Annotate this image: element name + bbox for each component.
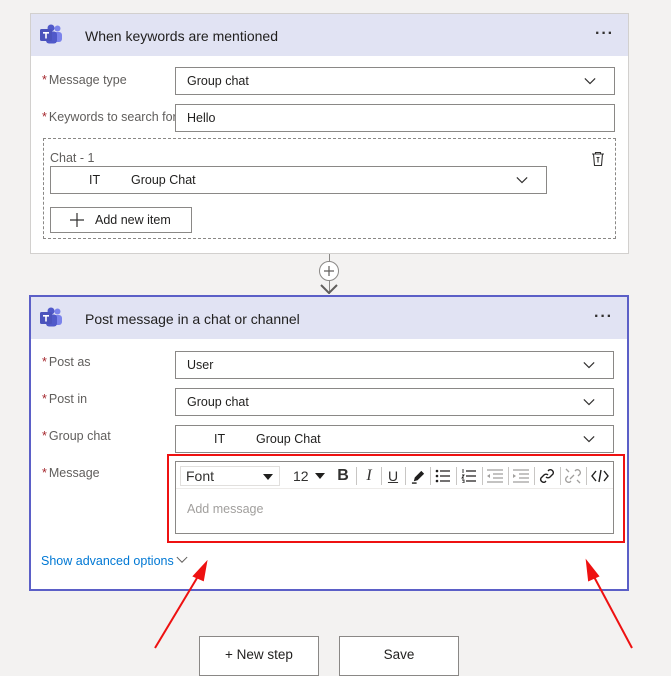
action-card: Post message in a chat or channel ··· * P…	[29, 295, 629, 591]
more-icon[interactable]: ···	[594, 308, 613, 326]
chat-array-group: Chat - 1 IT Group Chat Add new item	[43, 138, 616, 239]
message-type-dropdown[interactable]: Group chat	[175, 67, 615, 95]
action-title: Post message in a chat or channel	[85, 311, 300, 327]
post-in-label: * Post in	[42, 392, 88, 406]
chevron-down-icon	[583, 436, 595, 443]
action-card-header[interactable]: Post message in a chat or channel ···	[31, 297, 627, 339]
save-button[interactable]: Save	[339, 636, 459, 676]
add-new-item-button[interactable]: Add new item	[50, 207, 192, 233]
chat-prefix: IT	[89, 173, 101, 187]
annotation-highlight-box	[167, 454, 625, 543]
keywords-label: * Keywords to search for	[42, 110, 177, 124]
chevron-down-icon	[516, 177, 528, 184]
insert-step-button[interactable]	[319, 261, 339, 281]
plus-icon	[324, 266, 334, 276]
trigger-card: When keywords are mentioned ··· * Message…	[30, 13, 629, 254]
group-chat-value: Group Chat	[256, 432, 321, 446]
post-in-dropdown[interactable]: Group chat	[175, 388, 614, 416]
chat-dropdown[interactable]: IT Group Chat	[50, 166, 547, 194]
trigger-title: When keywords are mentioned	[85, 28, 278, 44]
new-step-button[interactable]: + New step	[199, 636, 319, 676]
teams-logo	[40, 307, 62, 327]
post-as-label: * Post as	[42, 355, 91, 369]
teams-logo	[40, 24, 62, 44]
chevron-down-icon	[583, 362, 595, 369]
keywords-input[interactable]: Hello	[175, 104, 615, 132]
message-type-label: * Message type	[42, 73, 127, 87]
group-chat-label: * Group chat	[42, 429, 111, 443]
chat-item-label: Chat - 1	[50, 151, 95, 165]
plus-icon	[70, 213, 84, 227]
group-chat-dropdown[interactable]: IT Group Chat	[175, 425, 614, 453]
group-chat-prefix: IT	[214, 432, 226, 446]
more-icon[interactable]: ···	[595, 25, 614, 43]
post-as-dropdown[interactable]: User	[175, 351, 614, 379]
delete-icon[interactable]	[590, 151, 606, 167]
chevron-down-icon	[584, 78, 596, 85]
trigger-card-header[interactable]: When keywords are mentioned ···	[31, 14, 628, 56]
chat-value: Group Chat	[131, 173, 196, 187]
chevron-down-icon	[583, 399, 595, 406]
chevron-down-icon[interactable]	[176, 556, 188, 565]
message-label: * Message	[42, 466, 100, 480]
show-advanced-options-link[interactable]: Show advanced options	[41, 554, 174, 568]
arrow-down-icon	[320, 284, 338, 294]
